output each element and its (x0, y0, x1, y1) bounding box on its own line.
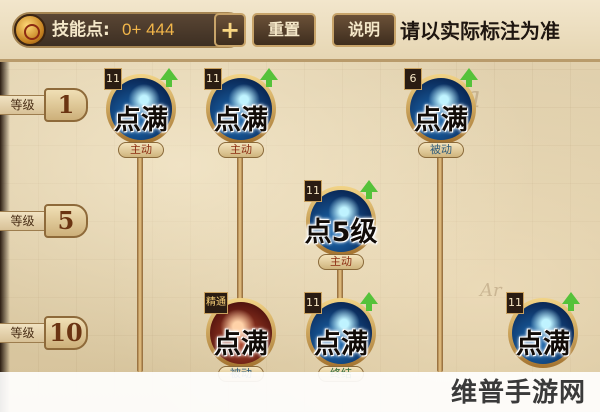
level-label: 等级 (0, 211, 46, 231)
skill-level-badge: 精通 (204, 292, 228, 314)
skill-level-badge: 11 (304, 292, 322, 314)
level-marker-1: 等级 1 (0, 88, 88, 122)
skill-plan-text: 点满 (414, 105, 468, 136)
level-label: 等级 (0, 95, 46, 115)
skill-level-badge: 11 (104, 68, 122, 90)
tree-connector (137, 150, 143, 372)
skill-plan-text: 点5级 (304, 217, 378, 248)
skill-level-badge: 11 (506, 292, 524, 314)
skill-plan-text: 点满 (516, 329, 570, 360)
upgrade-arrow-icon (360, 180, 378, 199)
reset-button[interactable]: 重置 (252, 13, 316, 47)
skill-plan-text: 点满 (114, 105, 168, 136)
level-number: 10 (44, 316, 88, 350)
skill-type-tag: 主动 (218, 142, 264, 158)
skill-level-badge: 11 (304, 180, 322, 202)
level-label: 等级 (0, 323, 46, 343)
help-button[interactable]: 说明 (332, 13, 396, 47)
skill-node[interactable]: 11 点满 主动 (104, 68, 178, 162)
skill-type-tag: 主动 (118, 142, 164, 158)
add-skill-points-button[interactable]: + (214, 13, 246, 47)
upgrade-arrow-icon (260, 68, 278, 87)
skill-plan-text: 点满 (214, 105, 268, 136)
skill-plan-text: 点满 (214, 329, 268, 360)
upgrade-arrow-icon (460, 68, 478, 87)
disclaimer-note: 请以实际标注为准 (400, 19, 560, 43)
level-number: 5 (44, 204, 88, 238)
skill-level-badge: 11 (204, 68, 222, 90)
skill-plan-text: 点满 (314, 329, 368, 360)
skill-points-label: 技能点: (52, 20, 110, 40)
level-marker-5: 等级 5 (0, 204, 88, 238)
skill-point-coin-icon (14, 14, 46, 46)
skill-points-value: 0+ 444 (122, 20, 175, 39)
map-decoration: Ar (480, 280, 502, 301)
skill-level-badge: 6 (404, 68, 422, 90)
level-number: 1 (44, 88, 88, 122)
upgrade-arrow-icon (160, 68, 178, 87)
skill-node[interactable]: 11 点5级 主动 (304, 180, 378, 274)
skill-type-tag: 被动 (418, 142, 464, 158)
tree-connector (437, 150, 443, 372)
skill-node[interactable]: 6 点满 被动 (404, 68, 478, 162)
skill-type-tag: 主动 (318, 254, 364, 270)
level-marker-10: 等级 10 (0, 316, 88, 350)
site-watermark: 维普手游网 (450, 378, 586, 408)
skill-node[interactable]: 11 点满 主动 (204, 68, 278, 162)
upgrade-arrow-icon (360, 292, 378, 311)
upgrade-arrow-icon (562, 292, 580, 311)
